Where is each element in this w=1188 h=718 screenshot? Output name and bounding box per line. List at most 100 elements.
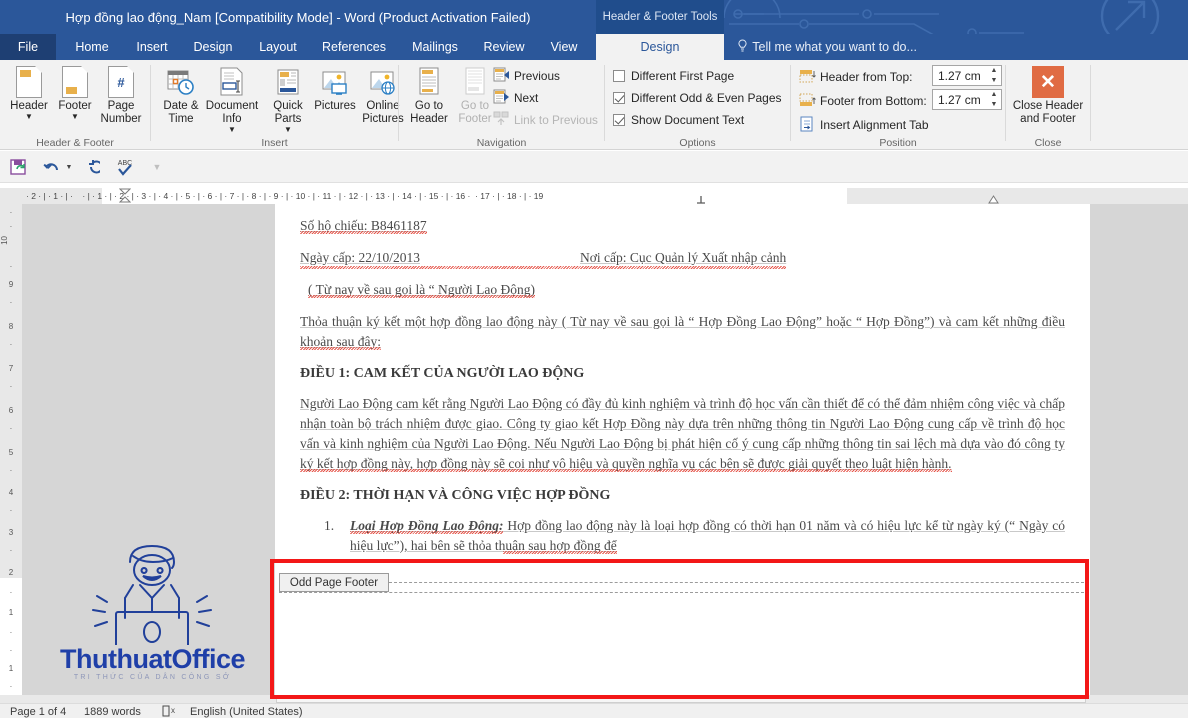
group-label-navigation: Navigation (476, 137, 527, 149)
previous-section-icon (493, 67, 510, 84)
different-first-page-label: Different First Page (631, 69, 735, 83)
undo-dropdown-icon[interactable]: ▼ (58, 156, 80, 178)
tab-design[interactable]: Design (184, 34, 242, 60)
different-odd-even-label: Different Odd & Even Pages (631, 91, 782, 105)
status-page-indicator[interactable]: Page 1 of 4 (10, 705, 66, 718)
tab-layout[interactable]: Layout (248, 34, 308, 60)
customize-qat-icon[interactable]: ▼ (146, 156, 168, 178)
vruler-mark: · (9, 222, 13, 231)
doc-line-issue: Ngày cấp: 22/10/2013 Nơi cấp: Cục Quản l… (300, 248, 1065, 269)
tab-file[interactable]: File (0, 34, 56, 60)
document-body[interactable]: Số hộ chiếu: B8461187 Ngày cấp: 22/10/20… (300, 216, 1065, 556)
different-first-page-checkbox[interactable] (613, 70, 625, 82)
status-word-count[interactable]: 1889 words (84, 705, 141, 718)
circuit-decoration-icon (724, 0, 1160, 34)
pictures-button[interactable]: Pictures (311, 64, 359, 136)
link-to-previous-button[interactable]: Link to Previous (493, 109, 598, 130)
footer-from-bottom-stepper[interactable]: ▲ ▼ (987, 90, 1001, 109)
footer-from-bottom-row[interactable]: Footer from Bottom: (799, 90, 927, 111)
pictures-icon (320, 64, 350, 98)
vruler-mark: · (9, 682, 13, 691)
show-document-text-label: Show Document Text (631, 113, 745, 127)
document-info-button[interactable]: Document Info ▼ (199, 64, 265, 136)
tell-me-box[interactable]: Tell me what you want to do... (736, 34, 917, 60)
go-to-header-label: Go to Header (410, 100, 448, 125)
header-from-top-icon (799, 68, 816, 85)
vruler-mark: · (9, 382, 13, 391)
tab-mailings[interactable]: Mailings (400, 34, 470, 60)
indent-markers-icon (119, 188, 131, 203)
document-info-icon (218, 64, 246, 98)
chevron-down-icon[interactable]: ▼ (284, 126, 292, 134)
word-window: Hợp đồng lao động_Nam [Compatibility Mod… (0, 0, 1188, 718)
ribbon-group-insert: Date & Time Document Info ▼ Quick Parts … (151, 60, 404, 150)
horizontal-scrollbar[interactable] (0, 695, 1188, 703)
footer-boundary-line-lower (279, 592, 1089, 593)
insert-alignment-tab-button[interactable]: Insert Alignment Tab (799, 114, 929, 135)
vruler-mark: · (9, 588, 13, 597)
tab-home[interactable]: Home (62, 34, 122, 60)
horizontal-ruler-marks: · 2 · | · 1 · | · · | · 1 · | · 2 · | · … (26, 191, 544, 201)
ribbon: Header ▼ Footer ▼ # Page Number Header &… (0, 60, 1188, 150)
doc-list-number: 1. (324, 518, 335, 533)
next-section-icon (493, 89, 510, 106)
vruler-mark: 5 (8, 448, 14, 457)
doc-text: Thỏa thuận ký kết một hợp đồng lao động … (300, 314, 1065, 349)
vertical-ruler[interactable]: · · 10 · 9 · 8 · 7 · 6 · 5 · 4 · 3 · 2 ·… (0, 188, 22, 695)
group-label-insert: Insert (261, 137, 288, 149)
vruler-mark: · (9, 298, 13, 307)
link-to-previous-icon (493, 111, 510, 128)
header-from-top-label: Header from Top: (820, 69, 913, 84)
close-header-footer-button[interactable]: ✕ Close Header and Footer (1008, 64, 1088, 136)
vruler-mark: 7 (8, 364, 14, 373)
chevron-down-icon[interactable]: ▼ (71, 113, 79, 121)
horizontal-ruler[interactable]: · 2 · | · 1 · | · · | · 1 · | · 2 · | · … (22, 188, 1188, 204)
tell-me-placeholder: Tell me what you want to do... (752, 40, 917, 54)
vruler-mark: 8 (8, 322, 14, 331)
title-decoration (724, 0, 1188, 34)
status-language[interactable]: English (United States) (190, 705, 303, 718)
previous-button[interactable]: Previous (493, 65, 560, 86)
insert-alignment-tab-icon (799, 116, 816, 133)
chevron-down-icon[interactable]: ▼ (25, 113, 33, 121)
tab-view[interactable]: View (538, 34, 590, 60)
next-button[interactable]: Next (493, 87, 538, 108)
vruler-mark: 2 (8, 568, 14, 577)
doc-line-agreement: Thỏa thuận ký kết một hợp đồng lao động … (300, 312, 1065, 352)
group-label-header-footer: Header & Footer (36, 137, 114, 149)
header-from-top-input[interactable]: 1.27 cm ▲ ▼ (932, 65, 1002, 86)
watermark-subtitle: TRI THỨC CỦA DÂN CÔNG SỞ (73, 674, 232, 681)
ribbon-group-position: Header from Top: 1.27 cm ▲ ▼ Footer from … (791, 60, 1005, 150)
doc-heading-dieu1: ĐIỀU 1: CAM KẾT CỦA NGƯỜI LAO ĐỘNG (300, 366, 585, 381)
different-odd-even-row[interactable]: Different Odd & Even Pages (613, 88, 782, 108)
spelling-check-icon[interactable]: ABC (112, 156, 138, 178)
vruler-mark: 3 (8, 528, 14, 537)
horizontal-scrollbar-thumb[interactable] (276, 695, 1086, 703)
footer-boundary-line (389, 582, 1089, 583)
svg-text:x: x (171, 706, 175, 715)
footer-from-bottom-label: Footer from Bottom: (820, 93, 927, 108)
different-odd-even-checkbox[interactable] (613, 92, 625, 104)
save-icon[interactable] (8, 156, 30, 178)
show-document-text-checkbox[interactable] (613, 114, 625, 126)
different-first-page-row[interactable]: Different First Page (613, 66, 734, 86)
tab-header-footer-design[interactable]: Design (596, 34, 724, 60)
online-pictures-icon (368, 64, 398, 98)
show-document-text-row[interactable]: Show Document Text (613, 110, 744, 130)
redo-icon[interactable] (80, 156, 102, 178)
tab-references[interactable]: References (312, 34, 396, 60)
quick-parts-button[interactable]: Quick Parts ▼ (265, 64, 311, 136)
header-from-top-stepper[interactable]: ▲ ▼ (987, 66, 1001, 85)
group-label-position: Position (879, 137, 917, 149)
proofing-errors-icon[interactable]: x (162, 705, 178, 718)
status-bar: Page 1 of 4 1889 words x English (United… (0, 703, 1188, 718)
chevron-down-icon[interactable]: ▼ (228, 126, 236, 134)
footer-from-bottom-input[interactable]: 1.27 cm ▲ ▼ (932, 89, 1002, 110)
header-from-top-row[interactable]: Header from Top: (799, 66, 913, 87)
tab-review[interactable]: Review (474, 34, 534, 60)
doc-text: ( Từ nay về sau gọi là “ Người Lao Động) (308, 282, 535, 297)
page-number-button[interactable]: # Page Number (92, 64, 150, 136)
document-page[interactable]: Số hộ chiếu: B8461187 Ngày cấp: 22/10/20… (275, 204, 1090, 699)
tab-insert[interactable]: Insert (126, 34, 178, 60)
group-label-close: Close (1034, 137, 1062, 149)
